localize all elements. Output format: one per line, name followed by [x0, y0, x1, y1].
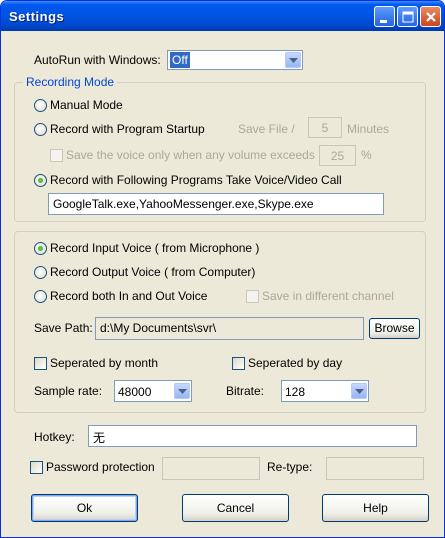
hotkey-label: Hotkey: — [34, 430, 75, 444]
sample-rate-select[interactable]: 48000 — [114, 380, 192, 402]
chevron-down-icon[interactable] — [174, 383, 190, 399]
manual-mode-radio[interactable] — [34, 99, 47, 112]
separate-day-label[interactable]: Seperated by day — [248, 356, 342, 370]
save-file-minutes-input[interactable]: 5 — [308, 117, 342, 138]
minimize-icon — [380, 20, 387, 23]
autorun-select[interactable]: Off — [167, 50, 303, 70]
maximize-icon — [402, 11, 414, 23]
volume-threshold-checkbox[interactable] — [50, 149, 63, 162]
different-channel-label: Save in different channel — [262, 289, 394, 303]
chevron-down-icon[interactable] — [285, 52, 301, 68]
ok-button[interactable]: Ok — [31, 494, 138, 522]
hotkey-input[interactable]: 无 — [88, 425, 417, 447]
title-bar[interactable]: Settings — [1, 1, 444, 31]
bitrate-select[interactable]: 128 — [281, 380, 369, 402]
output-voice-radio[interactable] — [34, 266, 47, 279]
bitrate-value: 128 — [285, 385, 306, 399]
password-protection-label[interactable]: Password protection — [46, 460, 155, 474]
chevron-down-icon[interactable] — [351, 383, 367, 399]
autorun-value: Off — [170, 52, 190, 68]
retype-label: Re-type: — [267, 460, 313, 474]
manual-mode-label[interactable]: Manual Mode — [50, 98, 123, 112]
close-icon — [426, 12, 436, 22]
both-voice-label[interactable]: Record both In and Out Voice — [50, 289, 207, 303]
browse-button[interactable]: Browse — [369, 318, 420, 339]
save-path-input[interactable]: d:\My Documents\svr\ — [95, 317, 364, 340]
programs-input[interactable]: GoogleTalk.exe,YahooMessenger.exe,Skype.… — [48, 193, 384, 215]
settings-window: Settings AutoRun with Windows: Off Recor… — [0, 0, 445, 538]
maximize-button[interactable] — [397, 6, 418, 27]
following-programs-radio[interactable] — [34, 174, 47, 187]
following-programs-label[interactable]: Record with Following Programs Take Voic… — [50, 173, 342, 187]
both-voice-radio[interactable] — [34, 290, 47, 303]
separate-day-checkbox[interactable] — [232, 357, 245, 370]
password-protection-checkbox[interactable] — [30, 461, 43, 474]
sample-rate-value: 48000 — [118, 385, 152, 399]
volume-threshold-label: Save the voice only when any volume exce… — [66, 148, 315, 162]
recording-mode-title: Recording Mode — [23, 75, 118, 89]
retype-password-input[interactable] — [326, 457, 424, 480]
minutes-label: Minutes — [347, 122, 390, 136]
program-startup-label[interactable]: Record with Program Startup — [50, 122, 205, 136]
save-file-label: Save File / — [238, 122, 295, 136]
sample-rate-label: Sample rate: — [34, 384, 103, 398]
password-input[interactable] — [162, 457, 260, 480]
output-voice-label[interactable]: Record Output Voice ( from Computer) — [50, 265, 255, 279]
bitrate-label: Bitrate: — [226, 384, 265, 398]
input-voice-radio[interactable] — [34, 242, 47, 255]
different-channel-checkbox[interactable] — [246, 290, 259, 303]
percent-label: % — [361, 148, 372, 162]
program-startup-radio[interactable] — [34, 123, 47, 136]
window-title: Settings — [9, 9, 65, 24]
separate-month-checkbox[interactable] — [34, 357, 47, 370]
separate-month-label[interactable]: Seperated by month — [50, 356, 158, 370]
close-button[interactable] — [420, 6, 441, 27]
autorun-label: AutoRun with Windows: — [34, 53, 161, 67]
minimize-button[interactable] — [374, 6, 395, 27]
save-path-label: Save Path: — [34, 321, 93, 335]
cancel-button[interactable]: Cancel — [182, 494, 289, 522]
input-voice-label[interactable]: Record Input Voice ( from Microphone ) — [50, 241, 259, 255]
volume-threshold-input[interactable]: 25 — [319, 145, 356, 166]
help-button[interactable]: Help — [322, 494, 429, 522]
